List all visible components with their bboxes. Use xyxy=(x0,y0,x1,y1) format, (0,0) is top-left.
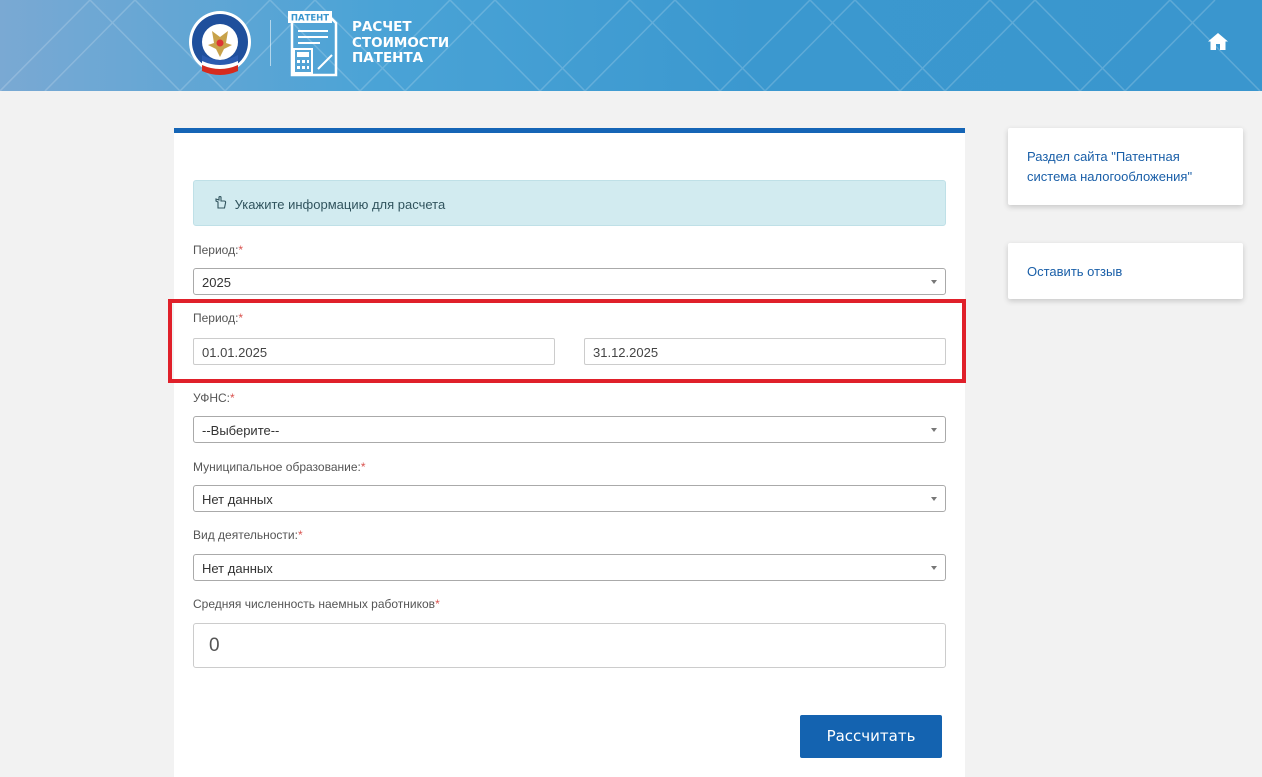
required-mark: * xyxy=(230,391,235,405)
dropdown-arrow-icon xyxy=(931,280,937,284)
municipality-label: Муниципальное образование:* xyxy=(193,460,366,474)
calculate-button[interactable]: Рассчитать xyxy=(800,715,942,758)
dropdown-arrow-icon xyxy=(931,497,937,501)
logo-line-2: СТОИМОСТИ xyxy=(352,34,450,51)
patent-section-link[interactable]: Раздел сайта "Патентная система налогооб… xyxy=(1027,147,1227,187)
fns-emblem-icon xyxy=(189,11,251,75)
municipality-select[interactable]: Нет данных xyxy=(193,485,946,512)
sidebar-card-feedback: Оставить отзыв xyxy=(1008,243,1243,299)
hand-pointer-icon xyxy=(215,196,227,209)
period-year-select[interactable]: 2025 xyxy=(193,268,946,295)
municipality-label-text: Муниципальное образование: xyxy=(193,460,361,474)
activity-select[interactable]: Нет данных xyxy=(193,554,946,581)
period-year-value: 2025 xyxy=(202,275,231,290)
info-alert: Укажите информацию для расчета xyxy=(193,180,946,226)
employees-label: Средняя численность наемных работников* xyxy=(193,597,440,611)
required-mark: * xyxy=(297,528,303,542)
required-mark: * xyxy=(238,311,244,325)
ufns-label-text: УФНС: xyxy=(193,391,231,405)
logo-line-1: РАСЧЕТ xyxy=(352,19,412,35)
svg-text:ПАТЕНТ: ПАТЕНТ xyxy=(291,14,329,24)
activity-value: Нет данных xyxy=(202,561,273,576)
logo-divider xyxy=(270,20,271,66)
ufns-label: УФНС:* xyxy=(193,391,235,405)
required-mark: * xyxy=(435,597,440,611)
site-header: ПАТЕНТ РАСЧЕТ СТОИМОСТИ ПАТЕНТА xyxy=(0,0,1262,91)
period-to-input[interactable]: 31.12.2025 xyxy=(584,338,946,365)
ufns-select[interactable]: --Выберите-- xyxy=(193,416,946,443)
app-logo-text: РАСЧЕТ СТОИМОСТИ ПАТЕНТА xyxy=(352,19,450,67)
period-range-label: Период:* xyxy=(193,311,243,325)
required-mark: * xyxy=(360,460,366,474)
activity-label: Вид деятельности:* xyxy=(193,528,303,542)
employees-label-text: Средняя численность наемных работников xyxy=(193,597,436,611)
municipality-value: Нет данных xyxy=(202,492,273,507)
logo-line-3: ПАТЕНТА xyxy=(352,50,424,66)
dropdown-arrow-icon xyxy=(931,428,937,432)
period-range-label-text: Период: xyxy=(193,311,239,325)
feedback-link[interactable]: Оставить отзыв xyxy=(1027,262,1243,282)
sidebar-card-patent-section: Раздел сайта "Патентная система налогооб… xyxy=(1008,128,1243,205)
employees-input[interactable]: 0 xyxy=(193,623,946,668)
activity-label-text: Вид деятельности: xyxy=(193,528,298,542)
period-from-input[interactable]: 01.01.2025 xyxy=(193,338,555,365)
patent-document-icon: ПАТЕНТ xyxy=(288,11,338,77)
ufns-value: --Выберите-- xyxy=(202,423,280,438)
dropdown-arrow-icon xyxy=(931,566,937,570)
home-icon[interactable] xyxy=(1208,33,1228,50)
info-text: Укажите информацию для расчета xyxy=(234,197,446,212)
period-select-label-text: Период: xyxy=(193,243,239,257)
period-select-label: Период:* xyxy=(193,243,243,257)
required-mark: * xyxy=(238,243,244,257)
